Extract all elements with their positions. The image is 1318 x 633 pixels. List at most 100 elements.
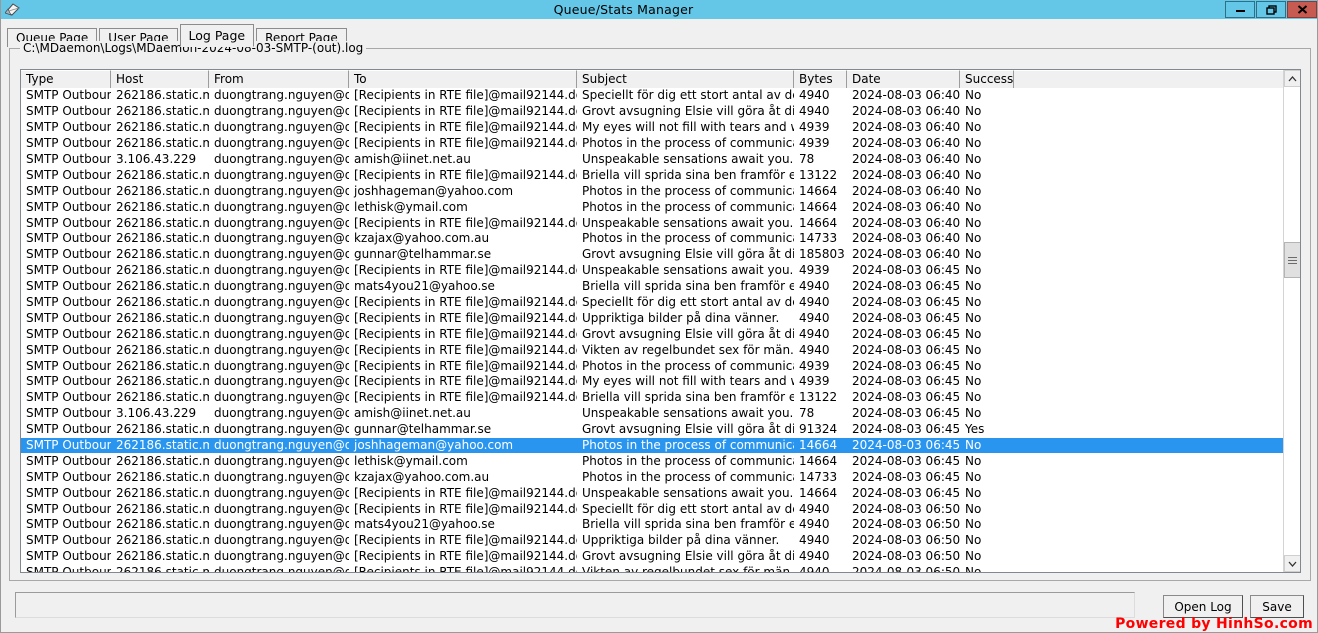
cell-to: amish@iinet.net.au bbox=[354, 152, 471, 166]
cell-date: 2024-08-03 06:45:07 bbox=[852, 279, 960, 294]
table-row[interactable]: SMTP Outbound262186.static.m...duongtran… bbox=[21, 469, 1300, 485]
table-row[interactable]: SMTP Outbound262186.static.m...duongtran… bbox=[21, 295, 1300, 311]
cell-type: SMTP Outbound bbox=[26, 167, 111, 182]
column-header-success[interactable]: Success bbox=[960, 70, 1014, 88]
table-row[interactable]: SMTP Outbound 3.106.43.229 duongtrang.nguy… bbox=[21, 406, 1300, 422]
scroll-down-arrow-icon[interactable] bbox=[1284, 555, 1300, 572]
table-row[interactable]: SMTP Outbound262186.static.m...duongtran… bbox=[21, 167, 1300, 183]
cell-bytes: 14664 bbox=[799, 183, 838, 198]
table-row[interactable]: SMTP Outbound262186.static.m...duongtran… bbox=[21, 310, 1300, 326]
cell-from: duongtrang.nguyen@d... bbox=[214, 199, 349, 214]
cell-to: [Recipients in RTE file]@mail92144.dotvn… bbox=[354, 310, 577, 325]
scroll-up-arrow-icon[interactable] bbox=[1284, 70, 1300, 87]
cell-subject: Photos in the process of communication. bbox=[582, 438, 794, 453]
column-header-date[interactable]: Date bbox=[847, 70, 960, 88]
table-row[interactable]: SMTP Outbound262186.static.m...duongtran… bbox=[21, 183, 1300, 199]
scrollbar-thumb[interactable] bbox=[1284, 242, 1300, 278]
cell-from: duongtrang.nguyen@d... bbox=[214, 104, 349, 119]
table-row[interactable]: SMTP Outbound262186.static.m...duongtran… bbox=[21, 485, 1300, 501]
column-header-bytes[interactable]: Bytes bbox=[794, 70, 847, 88]
cell-type: SMTP Outbound bbox=[26, 152, 111, 166]
scrollbar-track[interactable] bbox=[1284, 87, 1300, 555]
cell-to: lethisk@ymail.com bbox=[354, 453, 468, 468]
cell-bytes: 13122 bbox=[799, 390, 838, 405]
status-text-field[interactable] bbox=[15, 592, 1135, 618]
table-row[interactable]: SMTP Outbound262186.static.m...duongtran… bbox=[21, 501, 1300, 517]
table-row[interactable]: SMTP Outbound262186.static.m...duongtran… bbox=[21, 199, 1300, 215]
table-row[interactable]: SMTP Outbound262186.static.m...duongtran… bbox=[21, 533, 1300, 549]
cell-from: duongtrang.nguyen@d... bbox=[214, 326, 349, 341]
log-entries-listview[interactable]: Type Host From To Subject Bytes Date Success SM… bbox=[20, 69, 1301, 573]
table-row[interactable]: SMTP Outbound262186.static.m...duongtran… bbox=[21, 88, 1300, 104]
table-row[interactable]: SMTP Outbound262186.static.m...duongtran… bbox=[21, 549, 1300, 565]
table-row[interactable]: SMTP Outbound 262186.static.m... duongtran… bbox=[21, 136, 1300, 152]
column-header-subject[interactable]: Subject bbox=[577, 70, 794, 88]
cell-to: [Recipients in RTE file]@mail92144.dotvn… bbox=[354, 549, 577, 564]
close-button[interactable] bbox=[1287, 1, 1317, 18]
cell-to: [Recipients in RTE file]@mail92144.dotvn… bbox=[354, 295, 577, 310]
column-header-to[interactable]: To bbox=[349, 70, 577, 88]
column-header-type[interactable]: Type bbox=[21, 70, 111, 88]
table-row[interactable]: SMTP Outbound262186.static.m...duongtran… bbox=[21, 422, 1300, 438]
table-row[interactable]: SMTP Outbound262186.static.m...duongtran… bbox=[21, 453, 1300, 469]
cell-host: 262186.static.m... bbox=[116, 136, 209, 151]
table-row[interactable]: SMTP Outbound262186.static.m...duongtran… bbox=[21, 120, 1300, 136]
cell-success: No bbox=[965, 469, 982, 484]
cell-type: SMTP Outbound bbox=[26, 247, 111, 262]
table-row[interactable]: SMTP Outbound262186.static.m...duongtran… bbox=[21, 342, 1300, 358]
table-row[interactable]: SMTP Outbound262186.static.m...duongtran… bbox=[21, 374, 1300, 390]
cell-to: gunnar@telhammar.se bbox=[354, 422, 492, 437]
cell-bytes: 13122 bbox=[799, 167, 838, 182]
cell-from: duongtrang.nguyen@d... bbox=[214, 485, 349, 500]
open-log-button[interactable]: Open Log bbox=[1163, 595, 1243, 618]
vertical-scrollbar[interactable] bbox=[1283, 70, 1300, 572]
cell-type: SMTP Outbound bbox=[26, 136, 111, 151]
cell-subject: My eyes will not fill with tears and wil… bbox=[582, 374, 794, 389]
table-row[interactable]: SMTP Outbound262186.static.m...duongtran… bbox=[21, 263, 1300, 279]
cell-type: SMTP Outbound bbox=[26, 549, 111, 564]
save-button[interactable]: Save bbox=[1250, 595, 1304, 618]
cell-from: duongtrang.nguyen@d... bbox=[214, 136, 349, 151]
table-row[interactable]: SMTP Outbound262186.static.m...duongtran… bbox=[21, 231, 1300, 247]
maximize-button[interactable] bbox=[1256, 1, 1286, 18]
table-row[interactable]: SMTP Outbound262186.static.m...duongtran… bbox=[21, 326, 1300, 342]
table-row[interactable]: SMTP Outbound262186.static.m...duongtran… bbox=[21, 215, 1300, 231]
cell-from: duongtrang.nguyen@d... bbox=[214, 390, 349, 405]
cell-from: duongtrang.nguyen@d... bbox=[214, 183, 349, 198]
table-row[interactable]: SMTP Outbound262186.static.m...duongtran… bbox=[21, 279, 1300, 295]
cell-to: [Recipients in RTE file]@mail92144.dotvn… bbox=[354, 88, 577, 103]
cell-host: 262186.static.m... bbox=[116, 263, 209, 278]
minimize-button[interactable] bbox=[1225, 1, 1255, 18]
table-row[interactable]: SMTP Outbound262186.static.m...duongtran… bbox=[21, 517, 1300, 533]
tab-log-page[interactable]: Log Page bbox=[179, 24, 255, 47]
cell-from: duongtrang.nguyen@d... bbox=[214, 310, 349, 325]
table-row[interactable]: SMTP Outbound262186.static.m...duongtran… bbox=[21, 437, 1300, 454]
cell-subject: Briella vill sprida sina ben framför en … bbox=[582, 517, 794, 532]
cell-success: No bbox=[965, 517, 982, 532]
cell-to: [Recipients in RTE file]@mail92144.dotvn… bbox=[354, 120, 577, 135]
column-header-from[interactable]: From bbox=[209, 70, 349, 88]
table-row[interactable]: SMTP Outbound262186.static.m...duongtran… bbox=[21, 358, 1300, 374]
cell-host: 262186.static.m... bbox=[116, 453, 209, 468]
table-row[interactable]: SMTP Outbound262186.static.m...duongtran… bbox=[21, 565, 1300, 572]
cell-subject: Briella vill sprida sina ben framför en … bbox=[582, 167, 794, 182]
table-row[interactable]: SMTP Outbound262186.static.m...duongtran… bbox=[21, 390, 1300, 406]
listview-body[interactable]: SMTP Outbound 262186.static.m... duongtran… bbox=[21, 88, 1300, 572]
column-header-extra[interactable] bbox=[1014, 70, 1288, 88]
table-row[interactable]: SMTP Outbound262186.static.m...duongtran… bbox=[21, 247, 1300, 263]
cell-bytes: 4939 bbox=[799, 136, 830, 151]
table-row[interactable]: SMTP Outbound262186.static.m...duongtran… bbox=[21, 104, 1300, 120]
cell-subject: Unspeakable sensations await you. bbox=[582, 485, 794, 500]
cell-type: SMTP Outbound bbox=[26, 358, 111, 373]
cell-bytes: 4940 bbox=[794, 565, 847, 572]
table-row[interactable]: SMTP Outbound 3.106.43.229 duongtrang.nguy… bbox=[21, 152, 1300, 168]
cell-to: [Recipients in RTE file]@mail92144.dotvn… bbox=[354, 136, 577, 151]
cell-from: duongtrang.nguyen@d... bbox=[214, 374, 349, 389]
column-header-host[interactable]: Host bbox=[111, 70, 209, 88]
cell-from: duongtrang.nguyen@d... bbox=[214, 342, 349, 357]
cell-from: duongtrang.nguyen@d... bbox=[214, 231, 349, 246]
cell-success: No bbox=[965, 295, 982, 310]
cell-subject: Speciellt för dig ett stort antal av de … bbox=[582, 501, 794, 516]
cell-date: 2024-08-03 06:40:07 bbox=[852, 104, 960, 119]
scrollbar-grip-icon bbox=[1288, 255, 1297, 266]
